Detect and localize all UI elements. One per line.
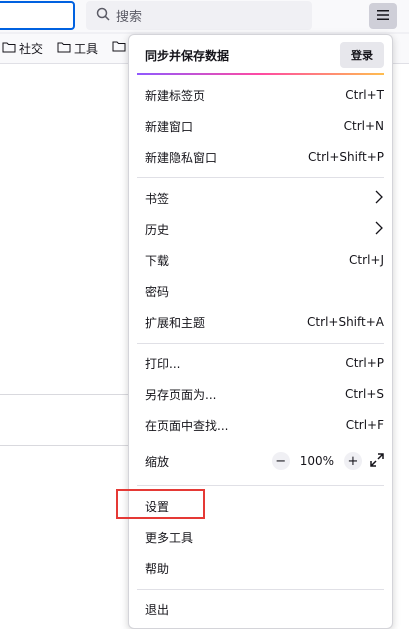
sync-gradient-divider [137, 73, 384, 75]
menu-item-find-in-page[interactable]: 在页面中查找... Ctrl+F [129, 410, 392, 440]
menu-item-zoom: 缩放 − 100% + [129, 446, 392, 476]
menu-shortcut: Ctrl+S [344, 387, 384, 401]
search-bar[interactable]: 搜索 [86, 1, 312, 30]
menu-item-addons[interactable]: 扩展和主题 Ctrl+Shift+A [129, 307, 392, 337]
menu-label: 另存页面为... [145, 387, 217, 402]
menu-label: 更多工具 [145, 530, 194, 545]
menu-separator [137, 177, 384, 178]
app-menu-button[interactable] [369, 3, 397, 29]
login-button[interactable]: 登录 [340, 42, 384, 68]
menu-item-print[interactable]: 打印... Ctrl+P [129, 348, 392, 378]
menu-label: 历史 [145, 222, 170, 237]
menu-label: 新建窗口 [145, 119, 194, 134]
bookmark-folder-1[interactable]: 工具 [57, 40, 98, 57]
chevron-right-icon [374, 221, 384, 238]
menu-item-new-window[interactable]: 新建窗口 Ctrl+N [129, 111, 392, 141]
zoom-controls: − 100% + [271, 452, 384, 470]
menu-item-bookmarks[interactable]: 书签 [129, 183, 392, 213]
menu-item-new-tab[interactable]: 新建标签页 Ctrl+T [129, 80, 392, 110]
sync-header[interactable]: 同步并保存数据 登录 [129, 40, 392, 70]
bookmark-folder-2[interactable] [112, 40, 126, 55]
menu-separator [137, 343, 384, 344]
menu-item-save-page[interactable]: 另存页面为... Ctrl+S [129, 379, 392, 409]
menu-label: 新建隐私窗口 [145, 150, 218, 165]
url-bar[interactable] [0, 1, 75, 30]
menu-label: 退出 [145, 602, 170, 617]
sync-title: 同步并保存数据 [145, 48, 230, 63]
menu-item-quit[interactable]: 退出 [129, 594, 392, 624]
fullscreen-icon[interactable] [370, 452, 384, 470]
zoom-value[interactable]: 100% [300, 454, 334, 468]
menu-shortcut: Ctrl+J [349, 253, 384, 267]
folder-icon [112, 40, 126, 55]
menu-label: 书签 [145, 191, 170, 206]
menu-item-more-tools[interactable]: 更多工具 [129, 522, 392, 552]
menu-shortcut: Ctrl+Shift+A [307, 315, 384, 329]
content-card [0, 394, 140, 446]
menu-label: 打印... [145, 356, 181, 371]
menu-label: 在页面中查找... [145, 418, 229, 433]
menu-item-help[interactable]: 帮助 [129, 553, 392, 583]
folder-icon [2, 41, 16, 56]
menu-item-downloads[interactable]: 下载 Ctrl+J [129, 245, 392, 275]
bookmark-folder-0[interactable]: 社交 [2, 40, 43, 57]
zoom-in-button[interactable]: + [344, 452, 362, 470]
menu-separator [137, 589, 384, 590]
menu-label: 扩展和主题 [145, 315, 206, 330]
settings-highlight-box [116, 489, 205, 519]
menu-shortcut: Ctrl+P [345, 356, 384, 370]
search-placeholder: 搜索 [116, 10, 143, 25]
menu-label: 密码 [145, 284, 170, 299]
menu-shortcut: Ctrl+N [343, 119, 384, 133]
menu-separator [137, 485, 384, 486]
zoom-out-button[interactable]: − [271, 452, 290, 470]
menu-shortcut: Ctrl+F [345, 418, 384, 432]
menu-label: 下载 [145, 253, 170, 268]
menu-label: 新建标签页 [145, 88, 206, 103]
folder-icon [57, 41, 71, 56]
app-menu-panel: 同步并保存数据 登录 新建标签页 Ctrl+T 新建窗口 Ctrl+N 新建隐私… [128, 34, 393, 629]
nav-toolbar: 搜索 [0, 0, 409, 32]
menu-label: 帮助 [145, 561, 170, 576]
menu-shortcut: Ctrl+T [345, 88, 384, 102]
menu-label: 缩放 [145, 454, 170, 469]
bookmark-label: 工具 [74, 42, 99, 56]
menu-item-history[interactable]: 历史 [129, 214, 392, 244]
bookmark-label: 社交 [19, 42, 44, 56]
hamburger-icon [376, 9, 390, 24]
chevron-right-icon [374, 190, 384, 207]
menu-item-passwords[interactable]: 密码 [129, 276, 392, 306]
search-icon [96, 7, 110, 24]
menu-shortcut: Ctrl+Shift+P [308, 150, 384, 164]
menu-item-new-private-window[interactable]: 新建隐私窗口 Ctrl+Shift+P [129, 142, 392, 172]
